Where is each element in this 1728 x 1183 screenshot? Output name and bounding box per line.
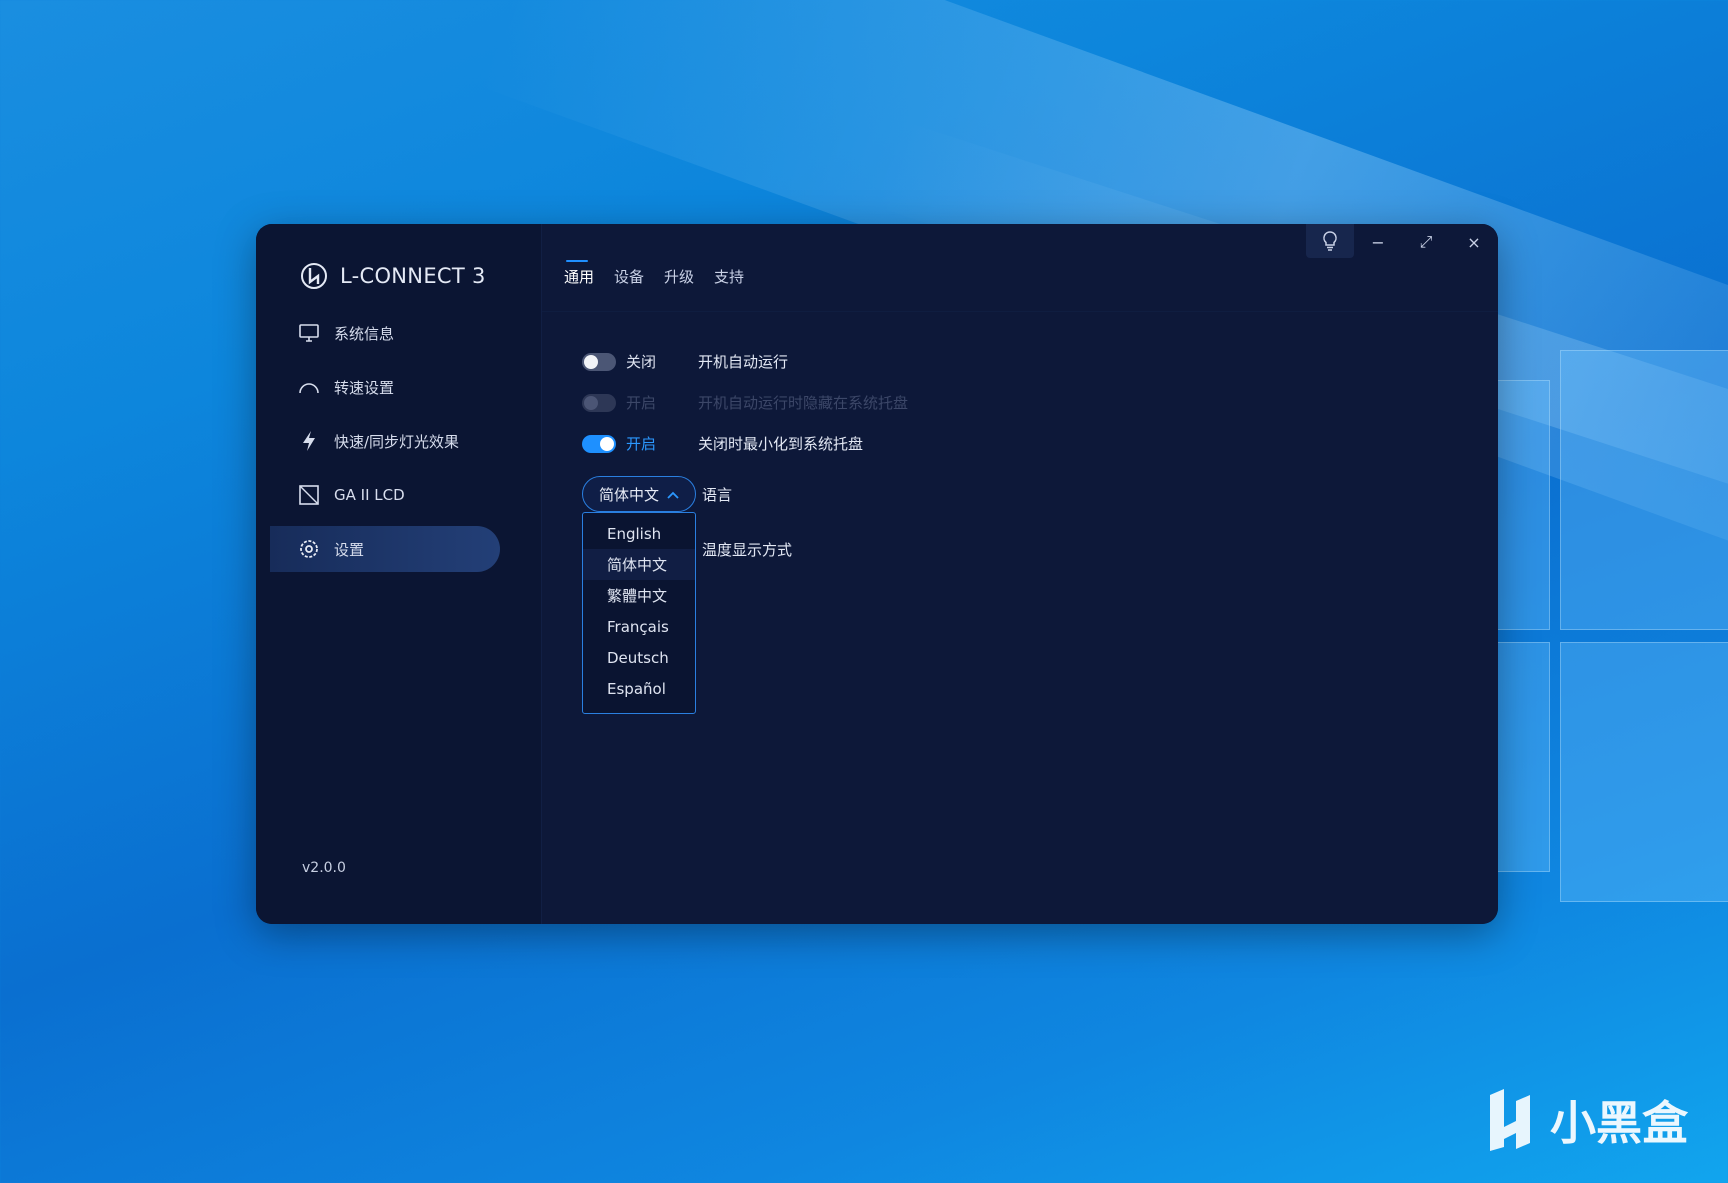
- maximize-button[interactable]: ⤢: [1402, 224, 1450, 260]
- tab-upgrade[interactable]: 升级: [664, 266, 694, 293]
- language-option-english[interactable]: English: [583, 518, 695, 549]
- app-name: L-CONNECT 3: [340, 264, 486, 288]
- sidebar-item-label: 设置: [334, 540, 365, 559]
- sidebar-item-lighting[interactable]: 快速/同步灯光效果: [270, 418, 500, 464]
- language-label: 语言: [702, 486, 733, 504]
- hide-tray-toggle[interactable]: [582, 393, 616, 412]
- autostart-label: 开机自动运行: [698, 353, 789, 371]
- hide-tray-label: 开机自动运行时隐藏在系统托盘: [698, 394, 909, 412]
- language-selected-value: 简体中文: [598, 485, 659, 504]
- minimize-button[interactable]: −: [1354, 224, 1402, 260]
- tab-bar: 通用 设备 升级 支持: [564, 260, 744, 293]
- lian-li-logo-icon: [301, 263, 327, 289]
- sidebar-item-system-info[interactable]: 系统信息: [270, 310, 500, 356]
- language-dropdown: English 简体中文 繁體中文 Français Deutsch Españ…: [582, 512, 696, 714]
- hide-tray-state: 开启: [626, 394, 657, 412]
- minimize-tray-row: 开启 关闭时最小化到系统托盘: [582, 433, 863, 454]
- lightning-icon: [298, 430, 320, 452]
- monitor-icon: [298, 322, 320, 344]
- top-bar: 通用 设备 升级 支持 − ⤢ ×: [542, 224, 1498, 312]
- hide-tray-row: 开启 开机自动运行时隐藏在系统托盘: [582, 392, 908, 413]
- sidebar-item-label: 转速设置: [334, 378, 395, 397]
- main-panel: 通用 设备 升级 支持 − ⤢ × 关闭 开机自动运行 开启 开机自动运行时隐藏…: [542, 224, 1498, 924]
- tab-general[interactable]: 通用: [564, 260, 594, 293]
- sidebar-item-settings[interactable]: 设置: [270, 526, 500, 572]
- autostart-state: 关闭: [626, 353, 657, 371]
- app-version: v2.0.0: [302, 860, 346, 876]
- language-option-traditional-chinese[interactable]: 繁體中文: [583, 580, 695, 611]
- sidebar-item-label: 快速/同步灯光效果: [334, 432, 460, 451]
- minimize-tray-toggle[interactable]: [582, 434, 616, 453]
- brand: L-CONNECT 3: [300, 262, 486, 290]
- speedometer-icon: [298, 376, 320, 398]
- temperature-display-label: 温度显示方式: [702, 541, 793, 559]
- autostart-toggle[interactable]: [582, 352, 616, 371]
- sidebar: L-CONNECT 3 系统信息 转速设置 快速/同步灯光效果 GA II LC…: [256, 224, 542, 924]
- language-select[interactable]: 简体中文: [582, 476, 696, 512]
- lcd-screen-icon: [298, 484, 320, 506]
- minimize-tray-label: 关闭时最小化到系统托盘: [698, 435, 864, 453]
- chevron-up-icon: [667, 485, 679, 503]
- sidebar-item-label: 系统信息: [334, 324, 395, 343]
- window-controls: − ⤢ ×: [1306, 224, 1498, 260]
- lightbulb-icon[interactable]: [1306, 224, 1354, 258]
- xiaoheihe-logo-icon: [1490, 1089, 1530, 1151]
- language-option-simplified-chinese[interactable]: 简体中文: [583, 549, 695, 580]
- sidebar-item-fan-speed[interactable]: 转速设置: [270, 364, 500, 410]
- watermark: 小黑盒: [1480, 1087, 1688, 1153]
- tab-devices[interactable]: 设备: [614, 266, 644, 293]
- app-window: L-CONNECT 3 系统信息 转速设置 快速/同步灯光效果 GA II LC…: [256, 224, 1498, 924]
- sidebar-item-label: GA II LCD: [334, 486, 405, 504]
- watermark-text: 小黑盒: [1550, 1096, 1688, 1150]
- language-option-german[interactable]: Deutsch: [583, 642, 695, 673]
- tab-support[interactable]: 支持: [714, 266, 744, 293]
- sidebar-item-ga-ii-lcd[interactable]: GA II LCD: [270, 472, 500, 518]
- language-option-spanish[interactable]: Español: [583, 673, 695, 704]
- minimize-tray-state: 开启: [626, 435, 657, 453]
- close-button[interactable]: ×: [1450, 224, 1498, 260]
- language-option-french[interactable]: Français: [583, 611, 695, 642]
- gear-icon: [298, 538, 320, 560]
- autostart-row: 关闭 开机自动运行: [582, 351, 788, 372]
